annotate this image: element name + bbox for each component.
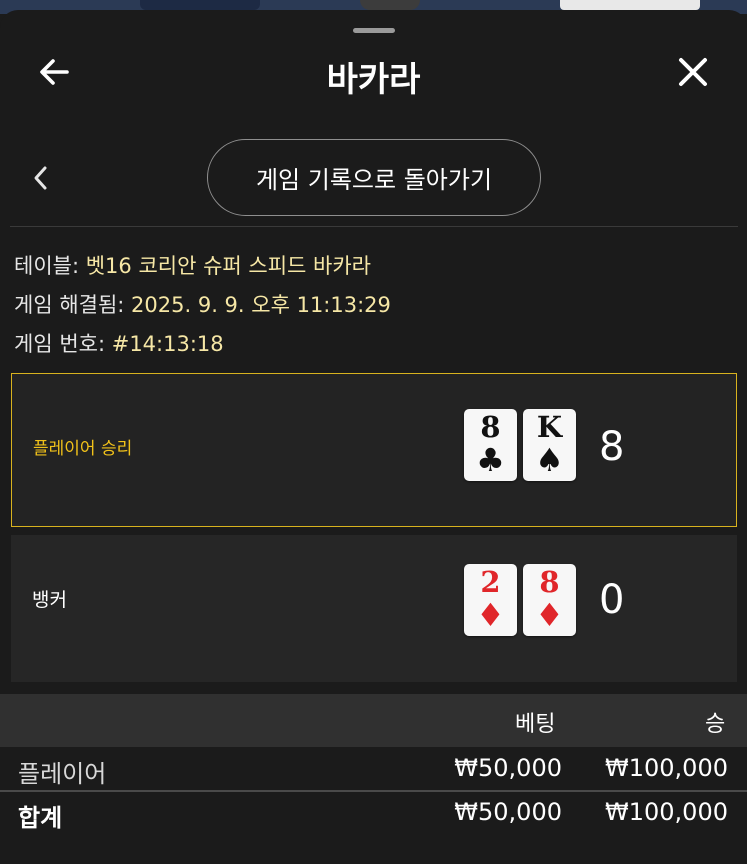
banker-card-1: 2 ♦ [464,564,517,636]
card-rank: 2 [480,565,501,599]
diamond-icon: ♦ [476,596,505,634]
table-value: 벳16 코리안 슈퍼 스피드 바카라 [85,254,371,278]
game-number-label: 게임 번호: [14,332,106,356]
back-to-history-button[interactable]: 게임 기록으로 돌아가기 [207,139,541,216]
banker-result-label: 뱅커 [32,589,67,611]
card-rank: 8 [480,410,501,444]
total-bet-amount: ₩50,000 [454,798,562,826]
total-win-amount: ₩100,000 [605,798,728,826]
game-number-info: 게임 번호: #14:13:18 [14,328,224,358]
banker-card-2: 8 ♦ [523,564,576,636]
win-amount: ₩100,000 [605,754,728,782]
close-button[interactable] [669,48,717,96]
total-row: 합계 ₩50,000 ₩100,000 [0,792,747,834]
drag-handle[interactable] [353,28,395,33]
close-icon [679,58,707,86]
player-result-row: 플레이어 승리 8 ♣ K ♠ 8 [11,373,737,527]
table-label: 테이블: [14,254,80,278]
club-icon: ♣ [476,441,505,479]
resolved-value: 2025. 9. 9. 오후 11:13:29 [131,293,391,317]
game-number-value: #14:13:18 [111,332,224,356]
player-card-2: K ♠ [523,409,576,481]
bets-table-header: 베팅 승 [0,694,747,747]
resolved-label: 게임 해결됨: [14,293,125,317]
spade-icon: ♠ [535,441,564,479]
diamond-icon: ♦ [535,596,564,634]
previous-button[interactable] [26,160,56,196]
header: 바카라 [0,40,747,104]
player-score: 8 [599,424,625,470]
card-rank: K [536,410,563,444]
total-label: 합계 [18,804,63,832]
bet-amount: ₩50,000 [454,754,562,782]
player-result-label: 플레이어 승리 [33,439,133,459]
banker-score: 0 [599,577,625,623]
bet-column-header: 베팅 [515,712,556,737]
page-title: 바카라 [326,60,421,100]
player-card-1: 8 ♣ [464,409,517,481]
chevron-left-icon [34,166,47,190]
divider [10,226,738,227]
banker-result-row: 뱅커 2 ♦ 8 ♦ 0 [11,535,737,682]
table-row: 플레이어 ₩50,000 ₩100,000 [0,748,747,790]
resolved-info: 게임 해결됨: 2025. 9. 9. 오후 11:13:29 [14,289,391,319]
card-rank: 8 [539,565,560,599]
table-info: 테이블: 벳16 코리안 슈퍼 스피드 바카라 [14,250,371,280]
bet-name: 플레이어 [18,760,107,788]
win-column-header: 승 [705,712,726,737]
